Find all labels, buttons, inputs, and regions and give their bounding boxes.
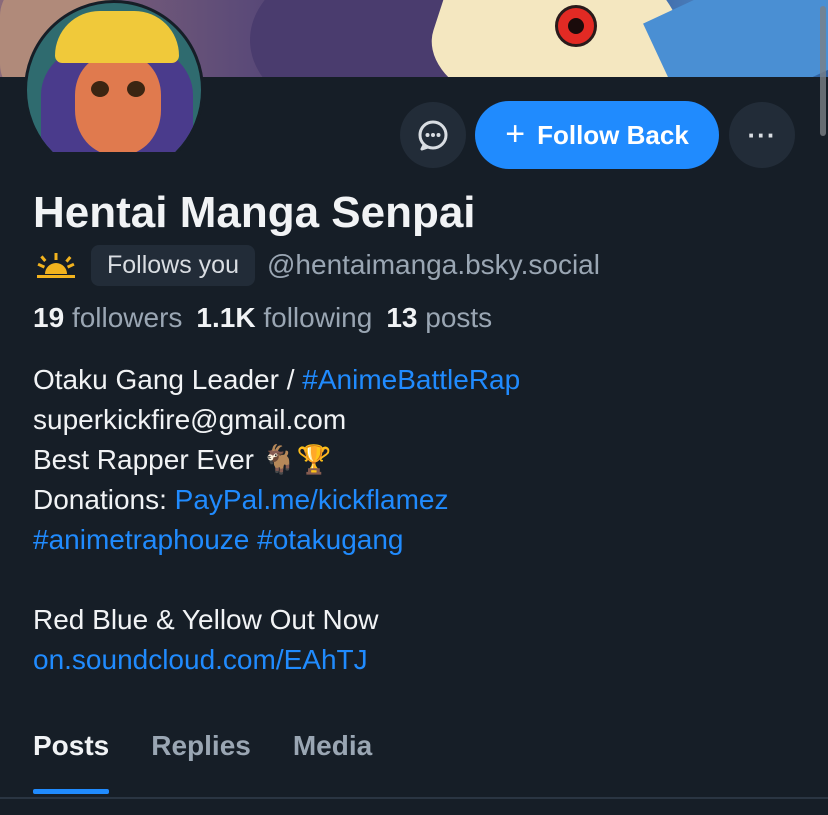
- handle-row: Follows you @hentaimanga.bsky.social: [33, 244, 600, 286]
- bio-text: Best Rapper Ever 🐐🏆: [33, 444, 332, 475]
- follows-you-badge: Follows you: [91, 244, 255, 286]
- sun-icon: [37, 253, 75, 278]
- bio-text: Red Blue & Yellow Out Now: [33, 604, 379, 635]
- following-link[interactable]: 1.1K following: [196, 302, 372, 333]
- posts-count: 13: [386, 302, 418, 333]
- follow-back-button[interactable]: + Follow Back: [475, 101, 719, 169]
- scrollbar[interactable]: [820, 6, 826, 136]
- tab-replies[interactable]: Replies: [151, 730, 251, 780]
- divider: [0, 797, 828, 799]
- avatar[interactable]: [24, 0, 204, 152]
- more-options-button[interactable]: ···: [729, 102, 795, 168]
- hashtag-links[interactable]: #animetraphouze #otakugang: [33, 520, 520, 560]
- followers-label: followers: [71, 302, 183, 333]
- follow-back-label: Follow Back: [537, 119, 689, 150]
- paypal-link[interactable]: PayPal.me/kickflamez: [175, 484, 449, 515]
- following-label: following: [263, 302, 373, 333]
- hashtag-link[interactable]: #AnimeBattleRap: [302, 364, 520, 395]
- profile-stats: 19 followers 1.1K following 13 posts: [33, 302, 492, 334]
- handle: @hentaimanga.bsky.social: [267, 249, 600, 280]
- bio-email: superkickfire@gmail.com: [33, 404, 347, 435]
- bio-text: Otaku Gang Leader /: [33, 364, 303, 395]
- plus-icon: +: [505, 115, 526, 153]
- posts-stat: 13 posts: [386, 302, 492, 333]
- followers-count: 19: [33, 302, 65, 333]
- soundcloud-link[interactable]: on.soundcloud.com/EAhTJ: [33, 640, 520, 680]
- more-icon: ···: [747, 119, 777, 150]
- profile-bio: Otaku Gang Leader / #AnimeBattleRap supe…: [33, 360, 520, 680]
- message-button[interactable]: [400, 102, 466, 168]
- profile-tabs: Posts Replies Media: [33, 730, 372, 794]
- bio-text: Donations:: [33, 484, 175, 515]
- display-name: Hentai Manga Senpai: [33, 188, 476, 237]
- posts-label: posts: [425, 302, 493, 333]
- following-count: 1.1K: [196, 302, 256, 333]
- tab-posts[interactable]: Posts: [33, 730, 110, 794]
- tab-media[interactable]: Media: [293, 730, 372, 780]
- message-icon: [418, 120, 448, 151]
- followers-link[interactable]: 19 followers: [33, 302, 182, 333]
